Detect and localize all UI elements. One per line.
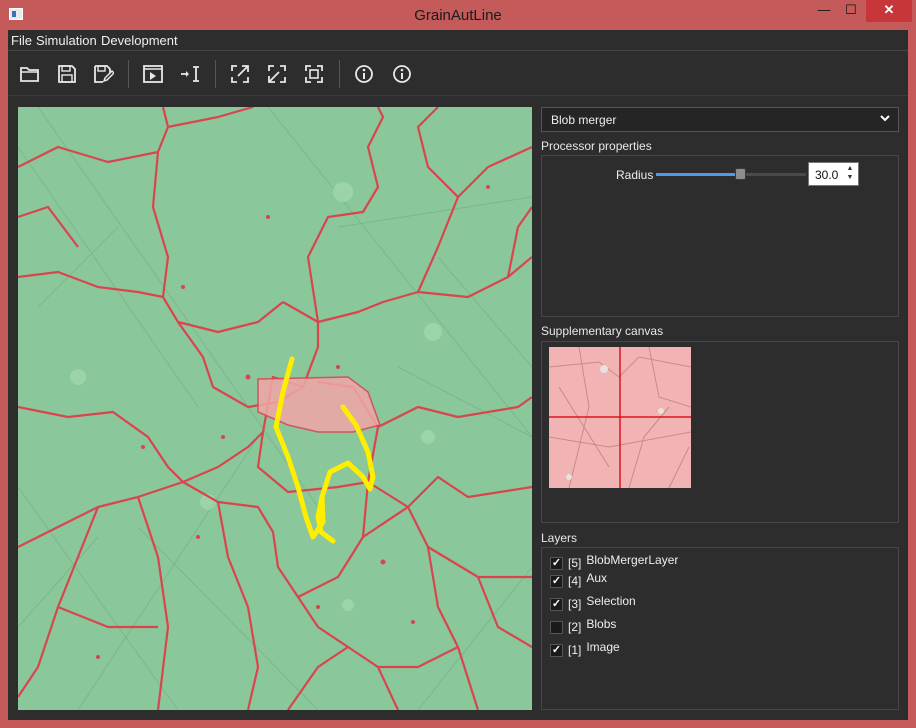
app-window: GrainAutLine — ☐ ✕ File Simulation Devel…	[0, 0, 916, 728]
toolbar	[8, 52, 908, 96]
layer-checkbox[interactable]: ✓	[550, 556, 563, 570]
layer-checkbox[interactable]: ✓	[550, 643, 563, 657]
layer-index: [4]	[568, 574, 582, 588]
grain-image[interactable]	[18, 107, 532, 710]
import-icon[interactable]	[263, 60, 291, 88]
spin-down-icon[interactable]: ▼	[845, 174, 855, 182]
layer-item[interactable]: ✓ [3] Selection	[550, 594, 636, 613]
maximize-button[interactable]: ☐	[838, 0, 864, 22]
radius-label: Radius	[616, 168, 654, 182]
radius-value: 30.0	[815, 168, 839, 182]
menu-development[interactable]: Development	[101, 33, 178, 48]
minimize-button[interactable]: —	[810, 0, 838, 22]
spin-up-icon[interactable]: ▲	[845, 165, 855, 173]
menu-simulation[interactable]: Simulation	[36, 33, 97, 48]
layer-name: BlobMergerLayer	[586, 553, 679, 567]
layer-checkbox[interactable]: ✓	[550, 574, 563, 588]
radius-slider[interactable]	[656, 173, 806, 176]
layer-item[interactable]: ✓ [1] Image	[550, 640, 620, 659]
supplementary-canvas-group	[541, 341, 899, 523]
save-as-icon[interactable]	[89, 60, 117, 88]
layer-index: [3]	[568, 597, 582, 611]
layer-item[interactable]: ✓ [4] Aux	[550, 571, 608, 590]
layer-checkbox[interactable]: ✓	[550, 597, 563, 611]
processor-select[interactable]: Blob merger	[541, 107, 899, 132]
processor-properties-group: Radius 30.0 ▲ ▼	[541, 155, 899, 317]
menu-bar: File Simulation Development	[8, 30, 908, 51]
info-icon[interactable]	[350, 60, 378, 88]
layer-checkbox[interactable]	[550, 620, 563, 634]
info-icon[interactable]	[388, 60, 416, 88]
layer-item[interactable]: [2] Blobs	[550, 617, 617, 636]
step-cursor-icon[interactable]	[176, 60, 204, 88]
window-title: GrainAutLine	[414, 7, 502, 24]
radius-slider-handle[interactable]	[735, 168, 746, 180]
main-area: File Simulation Development Blob merger …	[8, 30, 908, 720]
layer-name: Selection	[586, 594, 636, 608]
supplementary-canvas-label: Supplementary canvas	[541, 324, 664, 338]
supplementary-canvas[interactable]	[549, 347, 691, 488]
radius-slider-fill	[656, 173, 740, 176]
menu-file[interactable]: File	[11, 33, 32, 48]
title-bar[interactable]: GrainAutLine — ☐ ✕	[0, 0, 916, 30]
layer-index: [1]	[568, 643, 582, 657]
save-icon[interactable]	[53, 60, 81, 88]
close-button[interactable]: ✕	[866, 0, 912, 22]
toolbar-separator	[128, 60, 129, 88]
export-icon[interactable]	[226, 60, 254, 88]
fit-view-icon[interactable]	[300, 60, 328, 88]
processor-properties-label: Processor properties	[541, 139, 652, 153]
toolbar-separator	[215, 60, 216, 88]
layer-item[interactable]: ✓ [5] BlobMergerLayer	[550, 553, 679, 572]
layer-index: [2]	[568, 620, 582, 634]
image-canvas[interactable]	[18, 107, 532, 710]
layers-label: Layers	[541, 531, 578, 545]
layer-name: Image	[586, 640, 620, 654]
layer-name: Blobs	[586, 617, 617, 631]
toolbar-separator	[339, 60, 340, 88]
run-icon[interactable]	[139, 60, 167, 88]
chevron-down-icon	[878, 111, 892, 128]
layer-name: Aux	[586, 571, 608, 585]
radius-spinbox[interactable]: 30.0 ▲ ▼	[808, 162, 859, 186]
processor-select-value: Blob merger	[551, 113, 617, 127]
open-folder-icon[interactable]	[16, 60, 44, 88]
layers-list: ✓ [5] BlobMergerLayer ✓ [4] Aux ✓ [3] Se…	[541, 547, 899, 710]
layer-index: [5]	[568, 556, 582, 570]
